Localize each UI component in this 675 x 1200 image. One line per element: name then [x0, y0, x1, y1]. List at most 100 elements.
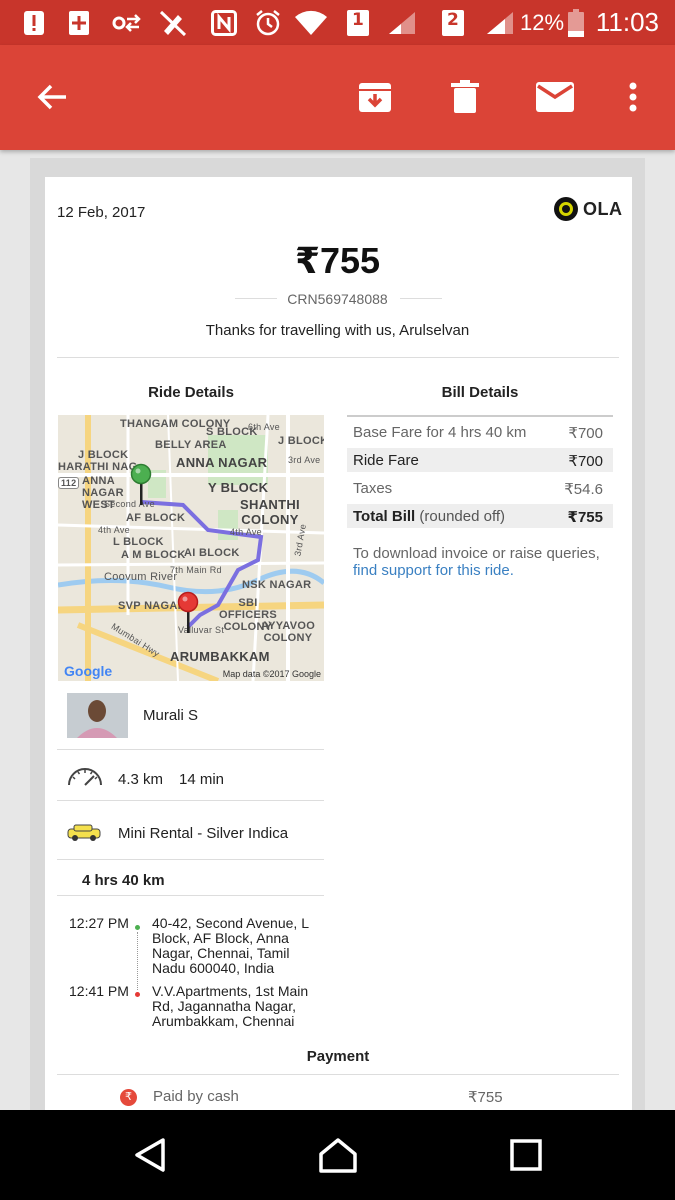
ola-logo-icon: [554, 197, 578, 221]
sim2-label: 2: [447, 10, 459, 30]
car-icon: [67, 824, 101, 841]
drop-time: 12:41 PM: [69, 983, 129, 999]
map-label: L BLOCK: [113, 536, 164, 548]
ola-brand-text: OLA: [583, 198, 623, 219]
map-label: SHANTHI COLONY: [240, 497, 300, 527]
thanks-message: Thanks for travelling with us, Arulselva…: [205, 322, 470, 339]
bill-row-total: Total Bill (rounded off) ₹755: [347, 504, 613, 528]
navigation-bar: [0, 1110, 675, 1200]
sim1-icon: 1: [345, 0, 371, 45]
ride-date: 12 Feb, 2017: [57, 204, 146, 221]
nav-recents-icon[interactable]: [496, 1130, 556, 1180]
map-label: J BLOCK: [278, 435, 324, 447]
map-label: 4th Ave: [98, 525, 130, 535]
ride-distance: 4.3 km: [118, 771, 164, 788]
map-label: 4th Ave: [230, 527, 262, 537]
map-label: AF BLOCK: [126, 512, 186, 524]
divider: [57, 357, 619, 358]
archive-icon[interactable]: [349, 71, 401, 123]
map-label: AYYAVOO COLONY: [260, 620, 316, 644]
map-label: A M BLOCK: [121, 549, 186, 561]
settings-sync-icon: [108, 0, 142, 45]
payment-amount: ₹755: [468, 1089, 503, 1106]
signal-icon-2: [484, 0, 516, 45]
nav-back-icon[interactable]: [120, 1130, 180, 1180]
divider: [57, 800, 324, 801]
bill-divider: [347, 415, 613, 417]
map-label: J BLOCK: [78, 449, 129, 461]
map-label: ARUMBAKKAM: [170, 649, 270, 664]
mail-icon[interactable]: [529, 71, 581, 123]
map-label: BELLY AREA: [155, 439, 227, 451]
ride-details-title: Ride Details: [148, 384, 234, 401]
clock: 11:03: [595, 7, 659, 37]
pickup-dot-icon: [135, 925, 140, 930]
rupee-icon: ₹: [120, 1089, 137, 1106]
support-note: To download invoice or raise queries, fi…: [353, 545, 613, 579]
app-bar: [0, 45, 675, 150]
driver-avatar: [67, 693, 128, 738]
divider: [57, 1074, 619, 1075]
sim1-label: 1: [352, 10, 364, 30]
map-label: Coovum River: [104, 571, 178, 583]
bill-label: Taxes: [353, 480, 393, 497]
alert-icon: [20, 0, 48, 45]
divider: [57, 895, 324, 896]
bill-value: ₹700: [568, 425, 603, 442]
payment-method: Paid by cash: [153, 1088, 239, 1105]
drop-dot-icon: [135, 992, 140, 997]
support-link[interactable]: find support for this ride.: [353, 562, 514, 579]
bill-label: Base Fare for 4 hrs 40 km: [353, 424, 527, 441]
bill-row-base-fare: Base Fare for 4 hrs 40 km ₹700: [347, 420, 613, 444]
delete-icon[interactable]: [439, 71, 491, 123]
ride-duration: 14 min: [179, 771, 225, 788]
highway-shield: 112: [58, 477, 80, 489]
alarm-icon: [252, 0, 284, 45]
bill-label-suffix: (rounded off): [419, 508, 506, 525]
pickup-pin-icon: [130, 463, 152, 505]
total-amount: ₹755: [294, 240, 381, 281]
map-label: NSK NAGAR: [242, 579, 312, 591]
medical-icon: [66, 0, 92, 45]
support-text: To download invoice or raise queries,: [353, 545, 600, 562]
bill-label: Total Bill: [353, 508, 416, 525]
nav-home-icon[interactable]: [308, 1130, 368, 1180]
map-label: 6th Ave: [248, 422, 280, 432]
map-credit: Map data ©2017 Google: [222, 669, 321, 679]
map-label: 7th Main Rd: [170, 565, 222, 575]
back-arrow-icon[interactable]: [26, 71, 78, 123]
map-label: AI BLOCK: [184, 547, 240, 559]
bill-value: ₹755: [567, 509, 603, 526]
rental-package: 4 hrs 40 km: [82, 872, 165, 889]
status-bar: 1 2 12% 11:03: [0, 0, 675, 45]
bill-row-ride-fare: Ride Fare ₹700: [347, 448, 613, 472]
vehicle-type: Mini Rental - Silver Indica: [118, 825, 289, 842]
divider: [57, 749, 324, 750]
nfc-icon: [208, 0, 240, 45]
bill-value: ₹54.6: [564, 481, 603, 498]
divider: [57, 859, 324, 860]
driver-name: Murali S: [143, 707, 199, 724]
crn-number: CRN569748088: [287, 291, 388, 307]
drop-pin-icon: [177, 591, 199, 633]
battery-icon: [566, 0, 586, 45]
route-map[interactable]: THANGAM COLONY S BLOCK 6th Ave BELLY ARE…: [58, 415, 324, 681]
signal-icon: [386, 0, 418, 45]
pickup-address: 40-42, Second Avenue, L Block, AF Block,…: [152, 915, 309, 976]
google-logo: Google: [64, 663, 113, 679]
bill-row-taxes: Taxes ₹54.6: [347, 476, 613, 500]
bill-details-title: Bill Details: [441, 384, 519, 401]
map-label: Y BLOCK: [208, 480, 269, 495]
map-label: 3rd Ave: [288, 455, 321, 465]
battery-percent: 12%: [520, 10, 565, 35]
drop-address: V.V.Apartments, 1st Main Rd, Jagannatha …: [152, 983, 309, 1029]
wifi-icon: [292, 0, 330, 45]
bill-value: ₹700: [568, 453, 603, 470]
no-location-icon: [156, 0, 190, 45]
more-vert-icon[interactable]: [607, 71, 659, 123]
map-label: SVP NAGAR: [118, 600, 186, 612]
payment-title: Payment: [306, 1048, 370, 1065]
pickup-time: 12:27 PM: [69, 915, 129, 931]
route-connector: [137, 932, 138, 990]
map-label: HARATHI NAG: [58, 461, 138, 473]
